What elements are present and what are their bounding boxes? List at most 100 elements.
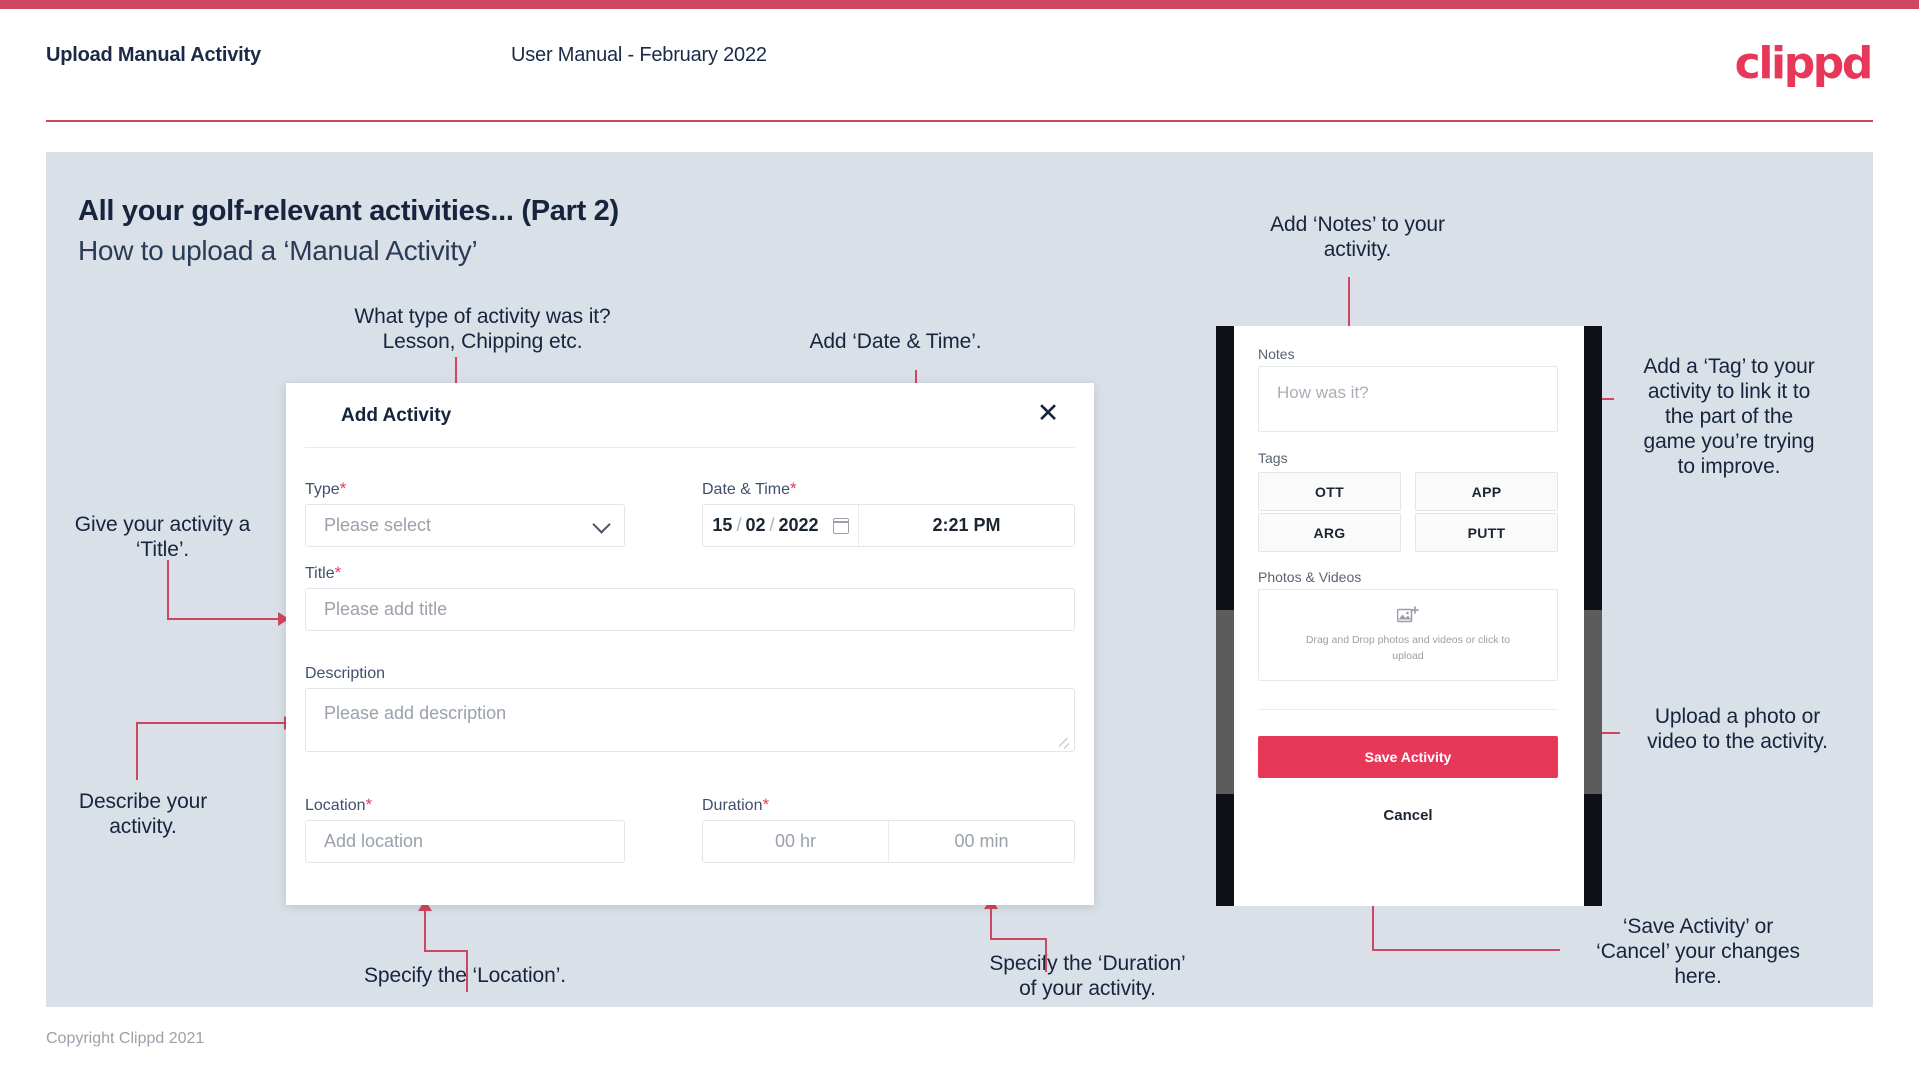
- calendar-icon[interactable]: [832, 517, 849, 534]
- tag-button-arg[interactable]: ARG: [1258, 513, 1401, 552]
- location-input-value: Add location: [324, 831, 424, 851]
- duration-required-marker: *: [762, 795, 770, 814]
- notes-textarea[interactable]: How was it?: [1258, 366, 1558, 432]
- duration-minutes-input[interactable]: 00 min: [889, 821, 1074, 862]
- phone-left-bezel-highlight: [1216, 610, 1234, 794]
- duration-hours-value: 00 hr: [774, 831, 817, 851]
- notes-label: Notes: [1258, 346, 1295, 362]
- location-label: Location*: [305, 795, 372, 815]
- type-label-text: Type: [305, 481, 340, 498]
- annotation-tags: Add a ‘Tag’ to your activity to link it t…: [1643, 355, 1815, 478]
- cancel-button[interactable]: Cancel: [1258, 807, 1558, 824]
- footer-copyright: Copyright Clippd 2021: [46, 1030, 205, 1047]
- dialog-title: Add Activity: [341, 405, 452, 426]
- duration-label: Duration*: [702, 795, 769, 815]
- phone-left-bezel: [1216, 326, 1234, 906]
- notes-placeholder: How was it?: [1277, 383, 1369, 402]
- dialog-header: Add Activity ✕: [286, 383, 1094, 447]
- time-value: 2:21 PM: [932, 515, 1001, 535]
- arrow-dur-seg3: [990, 908, 992, 940]
- top-accent-bar: [0, 0, 1919, 9]
- tag-label-ott: OTT: [1315, 483, 1344, 500]
- phone-right-bezel: [1584, 326, 1602, 906]
- title-label-text: Title: [305, 565, 335, 582]
- description-textarea-value: Please add description: [324, 703, 507, 723]
- phone-mockup: Notes How was it? Tags OTT APP ARG PUTT …: [1216, 326, 1602, 906]
- date-input[interactable]: 15 / 02 / 2022: [703, 505, 859, 546]
- resize-handle-icon[interactable]: [1059, 737, 1071, 749]
- tag-button-ott[interactable]: OTT: [1258, 472, 1401, 511]
- tag-label-putt: PUTT: [1467, 524, 1506, 541]
- header-divider: [46, 120, 1873, 122]
- annotation-photos: Upload a photo or video to the activity.: [1647, 705, 1828, 753]
- type-select[interactable]: Please select: [305, 504, 625, 547]
- annotation-duration: Specify the ‘Duration’ of your activity.: [989, 952, 1186, 1000]
- page-title: Upload Manual Activity: [46, 44, 261, 66]
- phone-right-bezel-highlight: [1584, 610, 1602, 794]
- tag-button-putt[interactable]: PUTT: [1415, 513, 1558, 552]
- type-label: Type*: [305, 479, 346, 499]
- arrow-loc-seg1: [466, 952, 468, 992]
- title-required-marker: *: [334, 563, 342, 582]
- location-input[interactable]: Add location: [305, 820, 625, 863]
- type-select-value: Please select: [324, 515, 432, 535]
- arrow-desc-seg2: [136, 722, 286, 724]
- annotation-datetime: Add ‘Date & Time’.: [809, 330, 982, 353]
- tag-label-arg: ARG: [1313, 524, 1346, 541]
- duration-minutes-value: 00 min: [954, 831, 1009, 851]
- save-activity-button[interactable]: Save Activity: [1258, 736, 1558, 778]
- annotation-title: Give your activity a ‘Title’.: [74, 513, 251, 561]
- arrow-loc-seg3: [424, 910, 426, 952]
- page-subtitle: User Manual - February 2022: [511, 44, 767, 66]
- dropzone-text: Drag and Drop photos and videos or click…: [1305, 633, 1511, 662]
- arrow-title-seg1: [167, 560, 169, 620]
- datetime-label-text: Date & Time: [702, 481, 791, 498]
- datetime-field[interactable]: 15 / 02 / 2022 2:21 PM: [702, 504, 1075, 547]
- type-required-marker: *: [339, 479, 347, 498]
- slide-subheading: How to upload a ‘Manual Activity’: [78, 235, 478, 266]
- close-icon[interactable]: ✕: [1030, 395, 1066, 431]
- duration-label-text: Duration: [702, 797, 763, 814]
- duration-hours-input[interactable]: 00 hr: [703, 821, 889, 862]
- chevron-down-icon: [592, 514, 611, 534]
- dialog-divider: [305, 447, 1075, 448]
- phone-screen: Notes How was it? Tags OTT APP ARG PUTT …: [1234, 326, 1584, 906]
- datetime-required-marker: *: [790, 479, 797, 498]
- description-label: Description: [305, 665, 385, 683]
- date-day: 15: [712, 515, 733, 535]
- annotation-type: What type of activity was it? Lesson, Chi…: [354, 305, 611, 353]
- tag-button-app[interactable]: APP: [1415, 472, 1558, 511]
- arrow-loc-seg2: [424, 950, 468, 952]
- save-activity-label: Save Activity: [1364, 749, 1452, 765]
- time-input[interactable]: 2:21 PM: [859, 505, 1074, 546]
- arrow-dur-seg2: [990, 938, 1047, 940]
- title-input[interactable]: Please add title: [305, 588, 1075, 631]
- title-input-value: Please add title: [324, 599, 448, 619]
- annotation-location: Specify the ‘Location’.: [364, 964, 566, 987]
- description-label-text: Description: [305, 665, 386, 682]
- date-sep-2: /: [769, 515, 775, 535]
- add-activity-dialog: Add Activity ✕ Type* Please select Date …: [286, 383, 1094, 905]
- date-sep-1: /: [736, 515, 742, 535]
- duration-field: 00 hr 00 min: [702, 820, 1075, 863]
- title-label: Title*: [305, 563, 341, 583]
- photo-upload-dropzone[interactable]: Drag and Drop photos and videos or click…: [1258, 589, 1558, 681]
- slide-heading: All your golf-relevant activities... (Pa…: [78, 195, 619, 227]
- annotation-description: Describe your activity.: [78, 790, 208, 838]
- slide-page: Upload Manual Activity User Manual - Feb…: [0, 0, 1919, 1079]
- arrow-desc-seg1: [136, 722, 138, 780]
- tags-label: Tags: [1258, 450, 1288, 466]
- photos-label: Photos & Videos: [1258, 569, 1362, 585]
- datetime-label: Date & Time*: [702, 479, 797, 499]
- description-textarea[interactable]: Please add description: [305, 688, 1075, 752]
- arrow-dur-seg1: [1045, 940, 1047, 972]
- tag-label-app: APP: [1471, 483, 1502, 500]
- arrow-title-seg2: [167, 618, 280, 620]
- location-required-marker: *: [365, 795, 373, 814]
- location-label-text: Location: [305, 797, 366, 814]
- arrow-save-seg2: [1372, 949, 1560, 951]
- date-year: 2022: [778, 515, 819, 535]
- phone-divider: [1258, 709, 1558, 710]
- clippd-logo: clippd: [1734, 38, 1874, 89]
- date-month: 02: [745, 515, 766, 535]
